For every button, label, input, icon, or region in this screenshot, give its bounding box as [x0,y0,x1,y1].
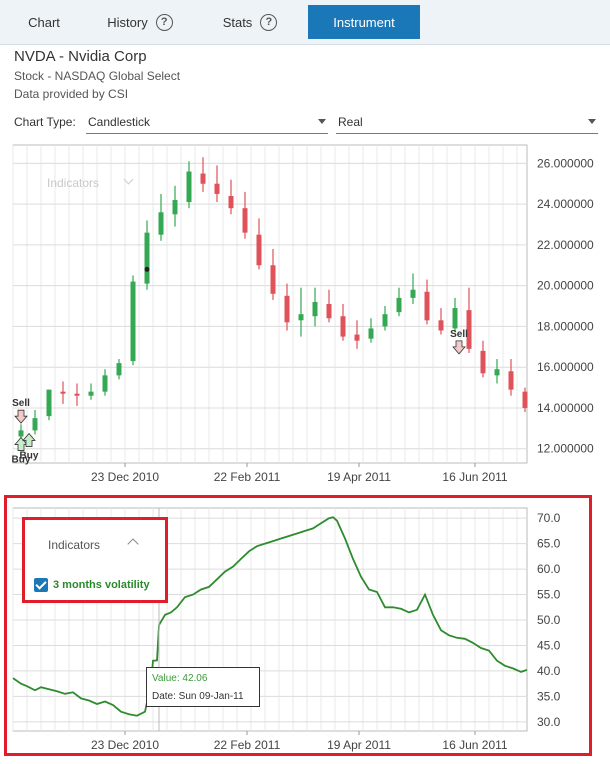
data-provider: Data provided by CSI [14,87,129,101]
candle-body [172,200,178,215]
candle-body [18,430,24,437]
candle-body [144,232,150,284]
chevron-down-icon [588,119,596,124]
candle-body [466,310,472,349]
y-tick-label: 24.000000 [537,197,594,211]
candle-body [452,308,458,329]
tab-instrument[interactable]: Instrument [308,5,420,39]
candle-body [158,212,164,235]
y-tick-label: 22.000000 [537,238,594,252]
chart-type-select[interactable]: Candlestick [86,111,328,134]
candle-body [368,328,374,339]
candle-body [424,291,430,321]
candle-body [214,183,220,194]
instrument-title: NVDA - Nvidia Corp [14,48,147,65]
plot-area [12,144,528,464]
tab-chart-label: Chart [28,14,60,30]
volatility-checkbox[interactable] [34,578,48,592]
price-indicators-toggle[interactable]: Indicators [47,176,99,190]
sell-marker: Sell [450,329,468,355]
marker-label: Sell [12,398,30,409]
y-tick-label: 12.000000 [537,442,594,456]
tab-stats-label: Stats [222,14,253,30]
candle-body [508,371,514,390]
candle-body [340,316,346,337]
y-tick-label: 20.000000 [537,279,594,293]
candle-body [298,314,304,321]
candle-body [522,391,528,408]
candle-body [410,289,416,298]
candle-body [200,173,206,184]
candle-body [88,391,94,396]
candle-body [256,234,262,266]
marker-label: Buy [20,450,39,461]
arrow-down-icon [14,409,28,424]
tab-chart[interactable]: Chart [8,5,80,39]
candle-body [354,334,360,341]
tab-history-label: History [107,14,148,30]
candle-body [396,297,402,313]
candle-body [480,350,486,374]
candle-body [228,195,234,209]
help-icon[interactable]: ? [155,13,173,31]
chart-type-label: Chart Type: [14,115,76,129]
x-tick-label: 19 Apr 2011 [327,470,391,484]
candle-body [312,301,318,317]
instrument-exchange: Stock - NASDAQ Global Select [14,69,181,83]
candle-body [74,393,80,396]
chevron-up-icon[interactable] [127,538,139,550]
arrow-up-icon [14,436,28,451]
candle-body [326,304,332,319]
tab-stats[interactable]: Stats ? [200,5,300,39]
candle-body [438,320,444,331]
candle-body [46,389,52,417]
candle-body [494,369,500,376]
marker-label: Buy [12,455,31,466]
tab-history[interactable]: History ? [88,5,192,39]
candle-body [60,391,66,394]
candle-body [242,208,248,233]
candle-body [102,375,108,392]
sell-marker: Sell [12,398,30,424]
y-tick-label: 14.000000 [537,401,594,415]
x-tick-label: 23 Dec 2010 [91,470,159,484]
chevron-down-icon[interactable] [123,174,134,185]
marker-label: Sell [450,329,468,340]
chevron-down-icon [318,119,326,124]
candle-body [186,171,192,203]
y-tick-label: 18.000000 [537,319,594,333]
candle-body [382,314,388,327]
indicators-panel-label[interactable]: Indicators [48,538,100,552]
candle-body [284,295,290,323]
tab-instrument-label: Instrument [333,14,395,30]
arrow-up-icon [22,432,36,447]
x-tick-label: 22 Feb 2011 [214,470,281,484]
event-dot [144,266,150,272]
candle-body [32,418,38,431]
help-icon[interactable]: ? [260,13,278,31]
indicators-panel: Indicators 3 months volatility [22,517,168,603]
candle-body [130,281,136,362]
candle-body [116,363,122,376]
buy-marker: Buy [20,432,39,461]
chart-type-value: Candlestick [88,115,151,129]
price-mode-value: Real [338,115,363,129]
y-tick-label: 26.000000 [537,156,594,170]
y-tick-label: 16.000000 [537,360,594,374]
price-mode-select[interactable]: Real [336,111,598,134]
candle-body [270,265,276,294]
x-tick-label: 16 Jun 2011 [442,470,507,484]
volatility-checkbox-label[interactable]: 3 months volatility [53,579,150,591]
tooltip-value: Value: 42.06 [152,673,208,684]
chart-tooltip: Value: 42.06 Date: Sun 09-Jan-11 [146,667,260,707]
buy-marker: Buy [12,436,31,466]
tab-bar: Chart History ? Stats ? Instrument [0,0,610,45]
arrow-down-icon [452,340,466,355]
tooltip-date: Date: Sun 09-Jan-11 [152,691,244,702]
